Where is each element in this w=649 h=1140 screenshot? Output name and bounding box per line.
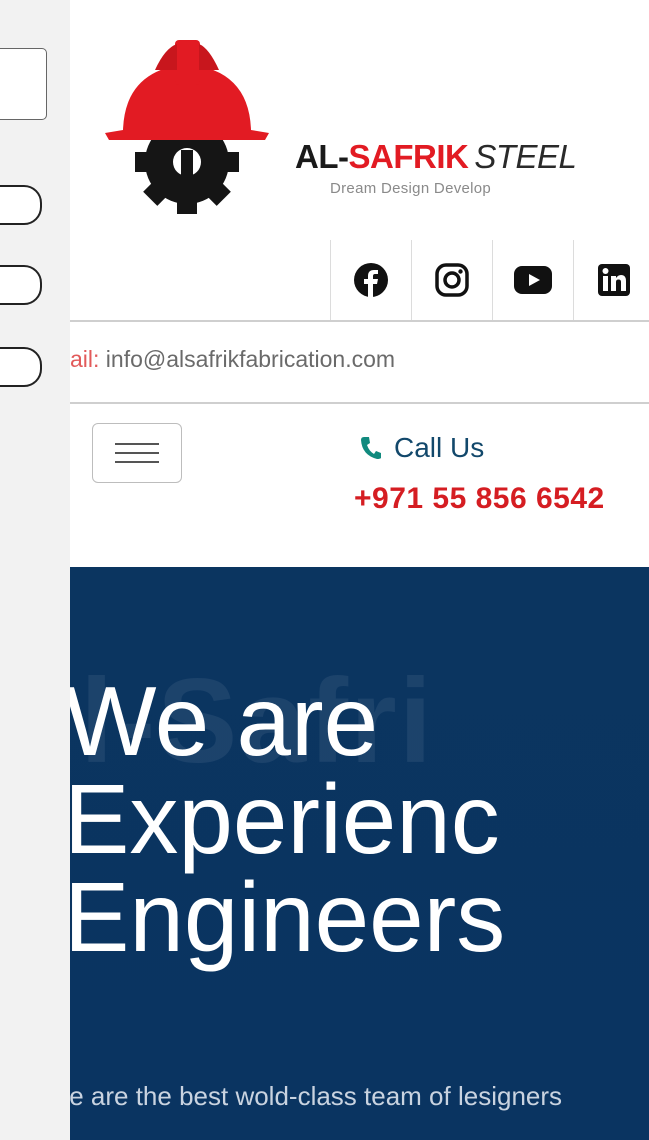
email-address[interactable]: info@alsafrikfabrication.com [106, 346, 395, 372]
email-contact[interactable]: ail: info@alsafrikfabrication.com [70, 346, 395, 373]
youtube-link[interactable] [492, 240, 573, 320]
helmet-gear-icon [105, 40, 269, 214]
email-label: ail: [70, 346, 100, 372]
hero-section: l-Safri We are Experienc Engineers /e ar… [70, 567, 649, 1140]
linkedin-link[interactable] [573, 240, 649, 320]
phone-icon [361, 437, 381, 459]
call-us-label: Call Us [394, 432, 485, 463]
brand-prefix: AL- [295, 138, 349, 175]
side-panel [0, 0, 70, 1140]
site-logo[interactable]: AL-SAFRIK STEEL Dream Design Develop [95, 30, 577, 220]
hero-subtitle: /e are the best wold-class team of lesig… [70, 1081, 563, 1111]
menu-toggle-button[interactable] [92, 423, 182, 483]
side-panel-box[interactable] [0, 48, 47, 120]
brand-name-red: SAFRIK [348, 138, 469, 175]
youtube-icon [514, 266, 552, 294]
call-us[interactable]: Call Us [360, 432, 484, 464]
social-links [330, 240, 649, 320]
brand-name: AL-SAFRIK STEEL [295, 138, 577, 176]
phone-number[interactable]: +971 55 856 6542 [354, 482, 605, 516]
divider [70, 402, 649, 404]
toggle-switch[interactable] [0, 265, 42, 305]
facebook-icon [354, 263, 388, 298]
page: AL-SAFRIK STEEL Dream Design Develop ail… [70, 0, 649, 1140]
instagram-link[interactable] [411, 240, 492, 320]
divider [70, 320, 649, 322]
toggle-switch[interactable] [0, 185, 42, 225]
facebook-link[interactable] [330, 240, 411, 320]
brand-tagline: Dream Design Develop [330, 180, 492, 197]
instagram-icon [435, 263, 469, 297]
toggle-switch[interactable] [0, 347, 42, 387]
linkedin-icon [598, 264, 630, 296]
brand-suffix: STEEL [474, 138, 577, 175]
hero-title: We are Experienc Engineers [70, 666, 506, 972]
